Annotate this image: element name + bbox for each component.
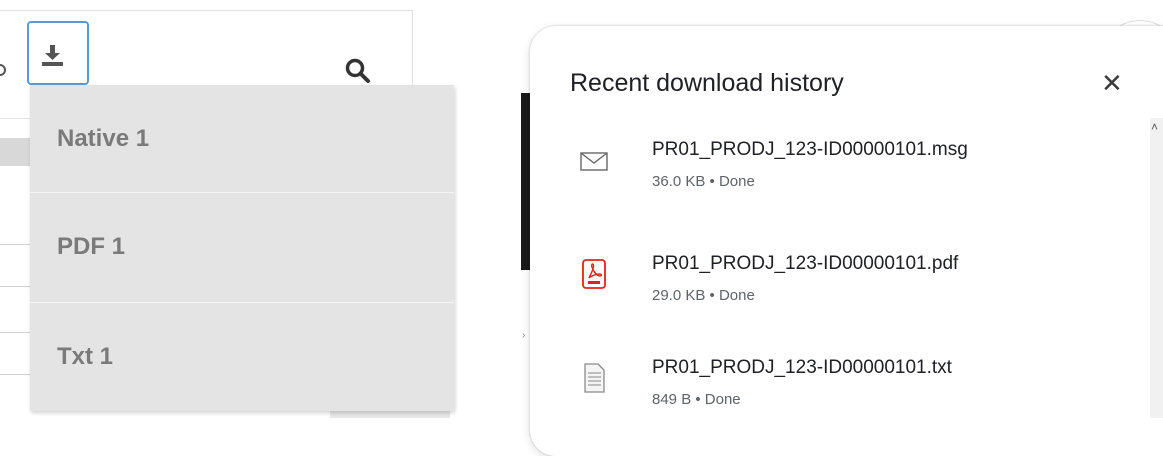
- menu-item-txt[interactable]: Txt 1: [30, 303, 454, 411]
- row-divider: [0, 332, 30, 333]
- text-file-icon: [584, 363, 605, 393]
- scrollbar[interactable]: [1150, 118, 1163, 418]
- menu-item-label: Txt 1: [57, 343, 114, 370]
- close-icon[interactable]: ✕: [1101, 70, 1123, 96]
- download-icon: [42, 45, 63, 66]
- download-filename: PR01_PRODJ_123-ID00000101.pdf: [652, 253, 959, 274]
- menu-item-label: Native 1: [57, 125, 150, 152]
- scroll-up-icon[interactable]: ˄: [1151, 120, 1158, 134]
- row-divider: [0, 244, 30, 245]
- download-filename: PR01_PRODJ_123-ID00000101.msg: [652, 139, 968, 160]
- download-item[interactable]: PR01_PRODJ_123-ID00000101.txt 849 B • Do…: [580, 357, 1140, 427]
- row-divider: [0, 286, 30, 287]
- search-icon[interactable]: [345, 58, 371, 84]
- chevron-left-icon: ›: [522, 330, 526, 341]
- download-meta: 29.0 KB • Done: [652, 287, 755, 304]
- download-meta: 36.0 KB • Done: [652, 173, 755, 190]
- download-options-menu: Native 1 PDF 1 Txt 1: [30, 85, 454, 411]
- partial-toolbar-icon[interactable]: [0, 60, 8, 80]
- menu-item-pdf[interactable]: PDF 1: [30, 193, 454, 301]
- download-meta: 849 B • Done: [652, 391, 741, 408]
- download-item[interactable]: PR01_PRODJ_123-ID00000101.pdf 29.0 KB • …: [580, 253, 1140, 323]
- toolbar-border: [0, 10, 412, 11]
- download-history-popup: Recent download history ✕ PR01_PRODJ_123…: [530, 26, 1163, 456]
- download-filename: PR01_PRODJ_123-ID00000101.txt: [652, 357, 952, 378]
- popup-title: Recent download history: [570, 69, 844, 97]
- row-divider: [0, 374, 30, 375]
- pdf-icon: [582, 259, 606, 289]
- download-item[interactable]: PR01_PRODJ_123-ID00000101.msg 36.0 KB • …: [580, 139, 1140, 209]
- document-viewer-panel: Native 1 PDF 1 Txt 1: [0, 0, 500, 418]
- menu-item-label: PDF 1: [57, 233, 126, 260]
- download-button[interactable]: [27, 21, 89, 85]
- menu-item-native[interactable]: Native 1: [30, 85, 454, 193]
- header-band: [0, 138, 30, 166]
- email-icon: [580, 152, 608, 171]
